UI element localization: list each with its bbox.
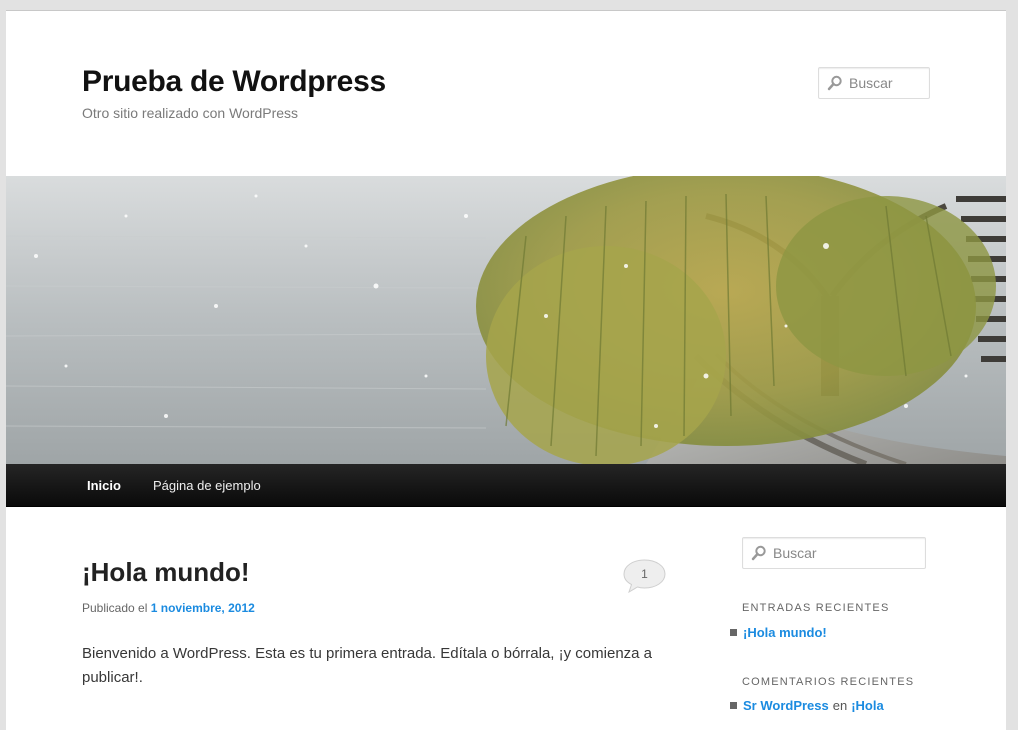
comment-count: 1	[641, 567, 648, 581]
search-placeholder: Buscar	[773, 545, 817, 561]
comment-connector: en	[832, 698, 848, 713]
comment-author-link[interactable]: Sr WordPress	[743, 698, 829, 713]
nav-item-inicio[interactable]: Inicio	[87, 464, 121, 507]
search-icon	[751, 545, 767, 561]
header-search-input[interactable]: Buscar	[818, 67, 930, 99]
sidebar-search-input[interactable]: Buscar	[742, 537, 926, 569]
bullet	[730, 702, 737, 709]
nav-item-pagina-de-ejemplo[interactable]: Página de ejemplo	[153, 464, 261, 507]
post-content: Bienvenido a WordPress. Esta es tu prime…	[82, 645, 653, 686]
recent-post-item: ¡Hola mundo!	[730, 625, 827, 640]
site-description: Otro sitio realizado con WordPress	[82, 105, 299, 121]
post-meta-prefix: Publicado el	[82, 601, 148, 615]
widget-title-recent-posts: ENTRADAS RECIENTES	[742, 602, 890, 614]
recent-comment-item: Sr WordPress en ¡Hola	[730, 698, 884, 713]
comments-link[interactable]: 1	[623, 559, 666, 593]
widget-title-recent-comments: COMENTARIOS RECIENTES	[742, 676, 915, 688]
search-placeholder: Buscar	[849, 75, 893, 91]
recent-post-link[interactable]: ¡Hola mundo!	[743, 625, 827, 640]
page-container: Prueba de Wordpress Otro sitio realizado…	[6, 10, 1006, 730]
post-date-link[interactable]: 1 noviembre, 2012	[151, 601, 255, 615]
bullet	[730, 629, 737, 636]
main-navigation: Inicio Página de ejemplo	[6, 464, 1006, 507]
search-icon	[827, 75, 843, 91]
site-title[interactable]: Prueba de Wordpress	[82, 65, 386, 99]
comment-post-link[interactable]: ¡Hola	[851, 698, 884, 713]
post-meta: Publicado el 1 noviembre, 2012	[82, 601, 255, 615]
header-image	[6, 176, 1006, 464]
post-title[interactable]: ¡Hola mundo!	[82, 557, 250, 588]
